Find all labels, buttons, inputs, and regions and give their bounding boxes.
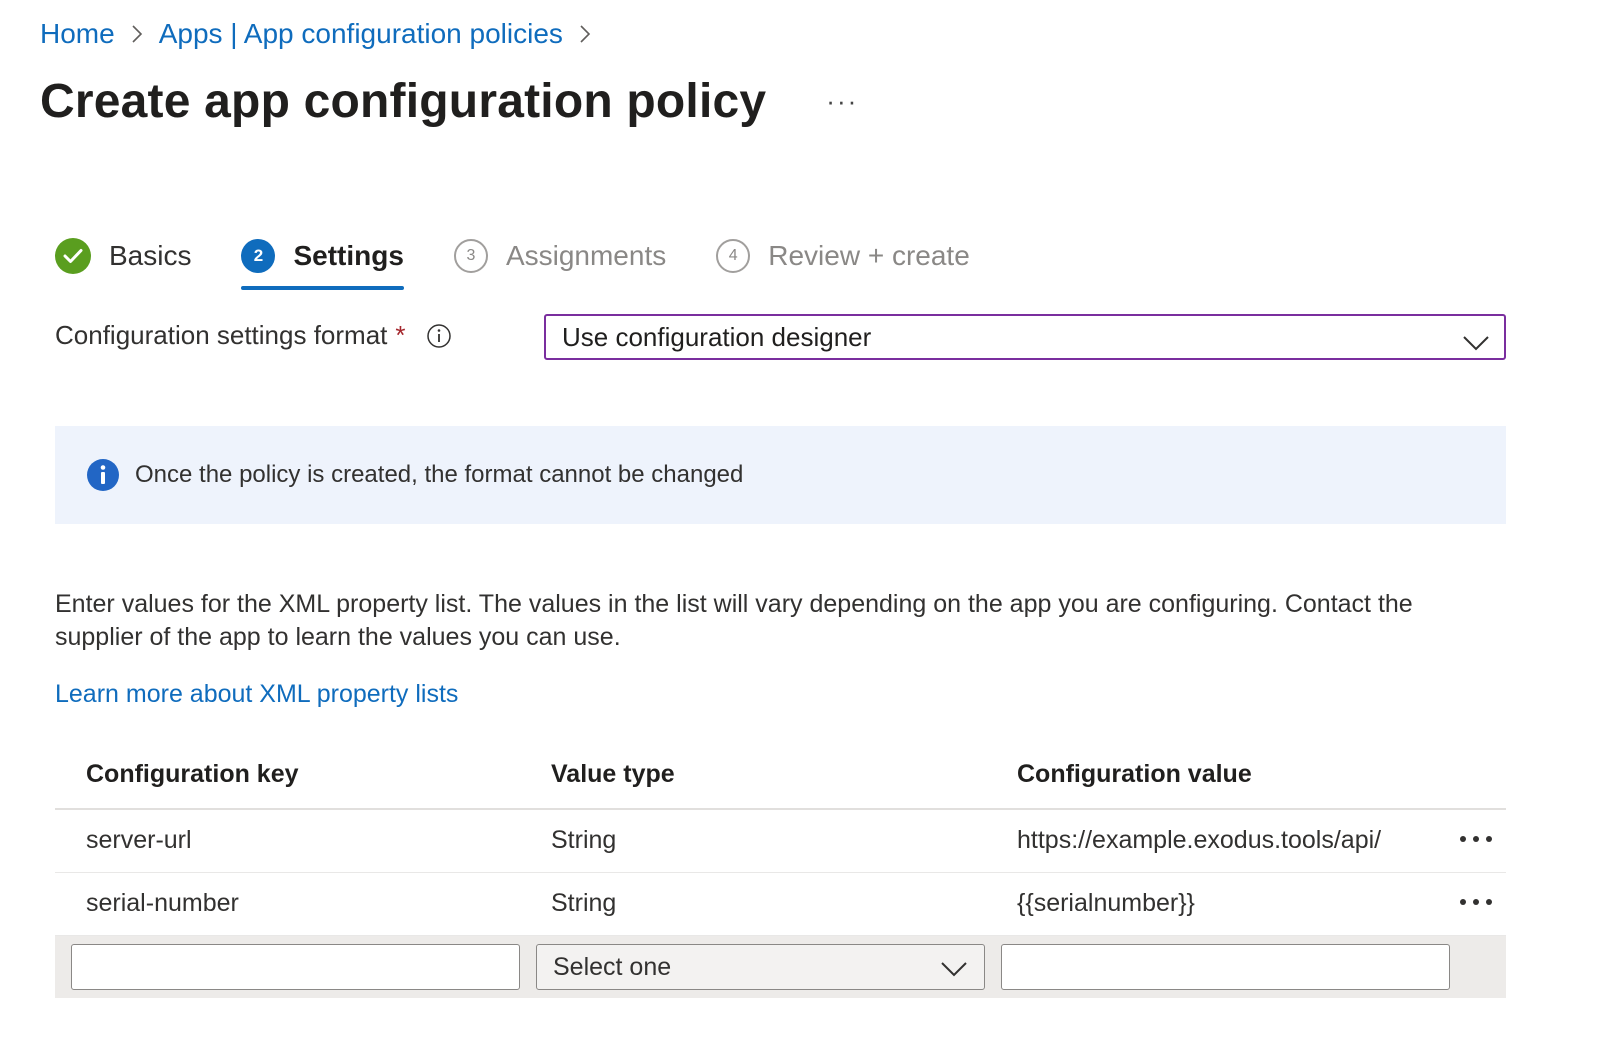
step-review-create[interactable]: 4 Review + create <box>716 230 970 282</box>
cell-key: server-url <box>86 826 192 854</box>
chevron-right-icon <box>131 24 143 44</box>
cell-type: String <box>551 889 617 917</box>
step-label: Assignments <box>505 240 667 271</box>
breadcrumb: Home Apps | App configuration policies <box>40 18 607 50</box>
description-text: Enter values for the XML property list. … <box>55 590 1413 651</box>
format-row: Configuration settings format * Use conf… <box>55 314 1506 360</box>
row-more-options-button[interactable] <box>1456 824 1496 854</box>
cell-value: {{serialnumber}} <box>1017 889 1195 917</box>
cell-type: String <box>551 826 617 854</box>
configuration-table: Configuration key Value type Configurati… <box>55 744 1506 998</box>
column-header-value: Configuration value <box>1017 760 1252 788</box>
cell-value: https://example.exodus.tools/api/ <box>1017 826 1382 854</box>
info-icon <box>87 459 119 491</box>
column-header-key: Configuration key <box>86 760 299 788</box>
step-basics[interactable]: Basics <box>55 230 191 282</box>
table-row: serial-number String {{serialnumber}} <box>55 873 1506 936</box>
row-more-options-button[interactable] <box>1456 887 1496 917</box>
value-type-dropdown[interactable]: Select one <box>536 944 985 990</box>
step-settings[interactable]: 2 Settings <box>241 230 404 290</box>
new-value-input[interactable] <box>1001 944 1450 990</box>
step-label: Review + create <box>768 240 970 271</box>
cell-key: serial-number <box>86 889 239 917</box>
step-label: Basics <box>109 240 192 271</box>
wizard-steps: Basics 2 Settings 3 Assignments 4 Review… <box>55 230 1020 290</box>
step-label: Settings <box>293 240 404 271</box>
chevron-right-icon <box>579 24 591 44</box>
required-marker: * <box>395 320 406 350</box>
format-dropdown[interactable]: Use configuration designer <box>544 314 1506 360</box>
info-message-bar: Once the policy is created, the format c… <box>55 426 1506 524</box>
active-step-indicator <box>241 286 404 290</box>
info-message-text: Once the policy is created, the format c… <box>135 461 744 488</box>
info-icon[interactable] <box>426 323 452 349</box>
chevron-down-icon <box>1462 328 1490 359</box>
new-key-input[interactable] <box>71 944 520 990</box>
format-label: Configuration settings format <box>55 320 388 350</box>
format-label-group: Configuration settings format * <box>55 320 452 351</box>
value-type-placeholder: Select one <box>553 952 672 981</box>
step-number-badge: 2 <box>241 239 276 273</box>
table-header: Configuration key Value type Configurati… <box>55 744 1506 810</box>
title-row: Create app configuration policy ··· <box>40 74 866 129</box>
chevron-down-icon <box>940 956 968 985</box>
learn-more-link[interactable]: Learn more about XML property lists <box>55 680 458 709</box>
page-title: Create app configuration policy <box>40 75 767 128</box>
more-options-button[interactable]: ··· <box>818 86 866 117</box>
new-entry-row: Select one <box>55 936 1506 998</box>
step-number-badge: 4 <box>716 239 751 273</box>
breadcrumb-home-link[interactable]: Home <box>40 18 115 50</box>
checkmark-circle-icon <box>55 238 91 274</box>
format-dropdown-value: Use configuration designer <box>562 321 872 352</box>
table-row: server-url String https://example.exodus… <box>55 810 1506 873</box>
step-assignments[interactable]: 3 Assignments <box>453 230 667 282</box>
column-header-type: Value type <box>551 760 675 788</box>
breadcrumb-apps-link[interactable]: Apps | App configuration policies <box>159 18 563 50</box>
step-number-badge: 3 <box>453 239 488 273</box>
